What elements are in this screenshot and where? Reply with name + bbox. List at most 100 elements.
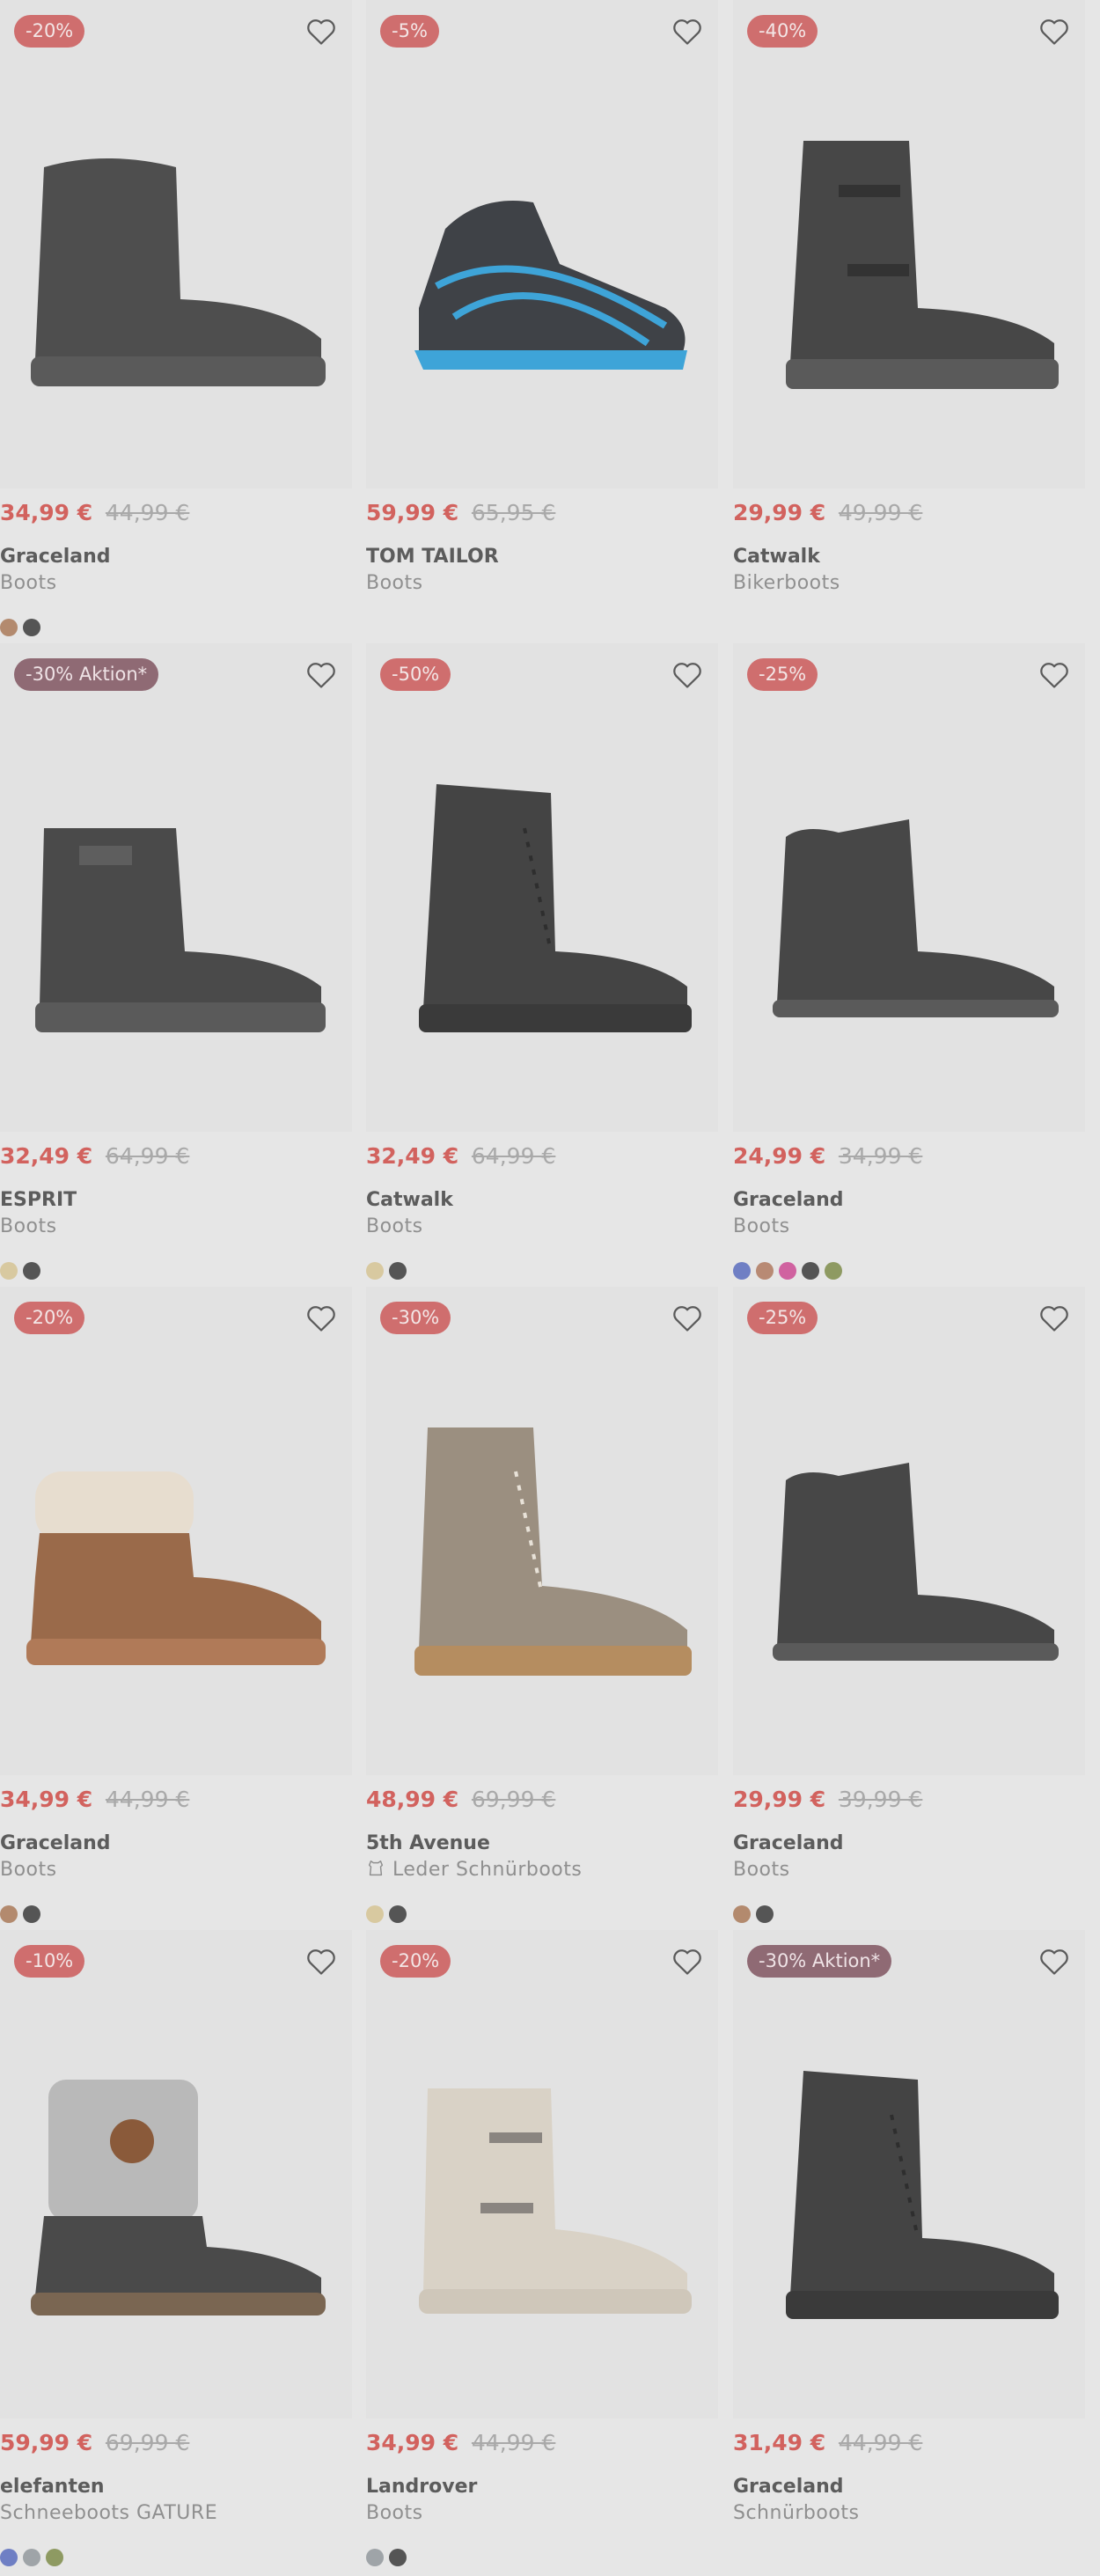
- color-swatch[interactable]: [756, 1905, 774, 1923]
- color-swatch[interactable]: [802, 1262, 819, 1280]
- wishlist-heart-icon[interactable]: [1038, 16, 1071, 48]
- color-swatch[interactable]: [389, 2549, 407, 2566]
- color-swatch[interactable]: [23, 1905, 40, 1923]
- product-card[interactable]: -25% 29,99 € 39,99 € Graceland Boots: [733, 1287, 1085, 1930]
- boot-product-image[interactable]: [751, 132, 1067, 449]
- product-image-area[interactable]: -30% Aktion*: [0, 643, 352, 1132]
- product-category: Boots: [366, 1215, 423, 1237]
- product-brand[interactable]: Graceland: [733, 1832, 844, 1854]
- product-brand[interactable]: Graceland: [733, 2476, 844, 2498]
- boot-product-image[interactable]: [384, 2062, 700, 2379]
- product-card[interactable]: -30% 48,99 € 69,99 € 5th Avenue Leder Sc…: [366, 1287, 718, 1930]
- product-image-area[interactable]: -30% Aktion*: [733, 1930, 1085, 2418]
- product-image-area[interactable]: -10%: [0, 1930, 352, 2418]
- color-swatch[interactable]: [0, 1905, 18, 1923]
- color-swatch[interactable]: [366, 1262, 384, 1280]
- boot-product-image[interactable]: [751, 775, 1067, 1092]
- wishlist-heart-icon[interactable]: [671, 659, 704, 691]
- product-brand[interactable]: Graceland: [0, 546, 111, 568]
- product-image-area[interactable]: -5%: [366, 0, 718, 488]
- boot-product-image[interactable]: [384, 1419, 700, 1736]
- color-swatch[interactable]: [46, 2549, 63, 2566]
- product-brand[interactable]: TOM TAILOR: [366, 546, 499, 568]
- color-swatch[interactable]: [0, 619, 18, 636]
- product-image-area[interactable]: -25%: [733, 643, 1085, 1132]
- price-row: 34,99 € 44,99 €: [0, 500, 189, 525]
- color-swatches: [366, 1262, 412, 1280]
- boot-product-image[interactable]: [384, 775, 700, 1092]
- price-row: 29,99 € 39,99 €: [733, 1787, 922, 1812]
- product-card[interactable]: -5% 59,99 € 65,95 € TOM TAILOR Boots: [366, 0, 718, 643]
- color-swatch[interactable]: [733, 1262, 751, 1280]
- original-price: 44,99 €: [105, 1787, 190, 1812]
- color-swatch[interactable]: [389, 1905, 407, 1923]
- color-swatch[interactable]: [23, 2549, 40, 2566]
- color-swatch[interactable]: [366, 1905, 384, 1923]
- wishlist-heart-icon[interactable]: [671, 1946, 704, 1978]
- sale-price: 24,99 €: [733, 1143, 826, 1169]
- color-swatch[interactable]: [756, 1262, 774, 1280]
- product-brand[interactable]: Graceland: [0, 1832, 111, 1854]
- sale-price: 29,99 €: [733, 1787, 826, 1812]
- wishlist-heart-icon[interactable]: [1038, 1303, 1071, 1334]
- product-card[interactable]: -20% 34,99 € 44,99 € Graceland Boots: [0, 0, 352, 643]
- boot-product-image[interactable]: [18, 775, 334, 1092]
- wishlist-heart-icon[interactable]: [304, 659, 338, 691]
- wishlist-heart-icon[interactable]: [304, 1946, 338, 1978]
- wishlist-heart-icon[interactable]: [304, 1303, 338, 1334]
- product-brand[interactable]: 5th Avenue: [366, 1832, 490, 1854]
- color-swatch[interactable]: [0, 1262, 18, 1280]
- product-card[interactable]: -30% Aktion* 32,49 € 64,99 € ESPRIT Boot…: [0, 643, 352, 1287]
- boot-product-image[interactable]: [18, 132, 334, 449]
- product-card[interactable]: -20% 34,99 € 44,99 € Graceland Boots: [0, 1287, 352, 1930]
- product-image-area[interactable]: -40%: [733, 0, 1085, 488]
- discount-badge: -20%: [380, 1945, 451, 1978]
- product-brand[interactable]: Landrover: [366, 2476, 477, 2498]
- product-brand[interactable]: Catwalk: [366, 1189, 453, 1211]
- color-swatch[interactable]: [23, 1262, 40, 1280]
- product-category-label: Schnürboots: [733, 2502, 860, 2524]
- wishlist-heart-icon[interactable]: [1038, 1946, 1071, 1978]
- price-row: 34,99 € 44,99 €: [0, 1787, 189, 1812]
- color-swatches: [366, 1905, 412, 1923]
- boot-product-image[interactable]: [18, 1419, 334, 1736]
- wishlist-heart-icon[interactable]: [304, 16, 338, 48]
- boot-product-image[interactable]: [18, 2062, 334, 2379]
- boot-product-image[interactable]: [751, 1419, 1067, 1736]
- product-brand[interactable]: ESPRIT: [0, 1189, 77, 1211]
- color-swatch[interactable]: [389, 1262, 407, 1280]
- product-card[interactable]: -10% 59,99 € 69,99 € elefanten Schneeboo…: [0, 1930, 352, 2573]
- product-image-area[interactable]: -25%: [733, 1287, 1085, 1775]
- color-swatch[interactable]: [779, 1262, 796, 1280]
- product-image-area[interactable]: -20%: [0, 1287, 352, 1775]
- color-swatch[interactable]: [733, 1905, 751, 1923]
- wishlist-heart-icon[interactable]: [671, 16, 704, 48]
- product-image-area[interactable]: -20%: [0, 0, 352, 488]
- product-category: Boots: [366, 572, 423, 594]
- color-swatches: [0, 1262, 46, 1280]
- leather-icon: [368, 1860, 384, 1876]
- product-card[interactable]: -30% Aktion* 31,49 € 44,99 € Graceland S…: [733, 1930, 1085, 2573]
- boot-product-image[interactable]: [751, 2062, 1067, 2379]
- color-swatch[interactable]: [0, 2549, 18, 2566]
- boot-product-image[interactable]: [384, 132, 700, 449]
- product-brand[interactable]: Graceland: [733, 1189, 844, 1211]
- product-card[interactable]: -20% 34,99 € 44,99 € Landrover Boots: [366, 1930, 718, 2573]
- color-swatch[interactable]: [825, 1262, 842, 1280]
- product-image-area[interactable]: -30%: [366, 1287, 718, 1775]
- product-card[interactable]: -40% 29,99 € 49,99 € Catwalk Bikerboots: [733, 0, 1085, 643]
- product-image-area[interactable]: -20%: [366, 1930, 718, 2418]
- product-card[interactable]: -25% 24,99 € 34,99 € Graceland Boots: [733, 643, 1085, 1287]
- wishlist-heart-icon[interactable]: [1038, 659, 1071, 691]
- discount-badge: -10%: [14, 1945, 85, 1978]
- wishlist-heart-icon[interactable]: [671, 1303, 704, 1334]
- product-image-area[interactable]: -50%: [366, 643, 718, 1132]
- color-swatch[interactable]: [23, 619, 40, 636]
- product-category-label: Boots: [733, 1215, 790, 1237]
- product-category: Boots: [0, 1215, 57, 1237]
- product-card[interactable]: -50% 32,49 € 64,99 € Catwalk Boots: [366, 643, 718, 1287]
- product-brand[interactable]: elefanten: [0, 2476, 105, 2498]
- color-swatch[interactable]: [366, 2549, 384, 2566]
- price-row: 48,99 € 69,99 €: [366, 1787, 555, 1812]
- product-brand[interactable]: Catwalk: [733, 546, 820, 568]
